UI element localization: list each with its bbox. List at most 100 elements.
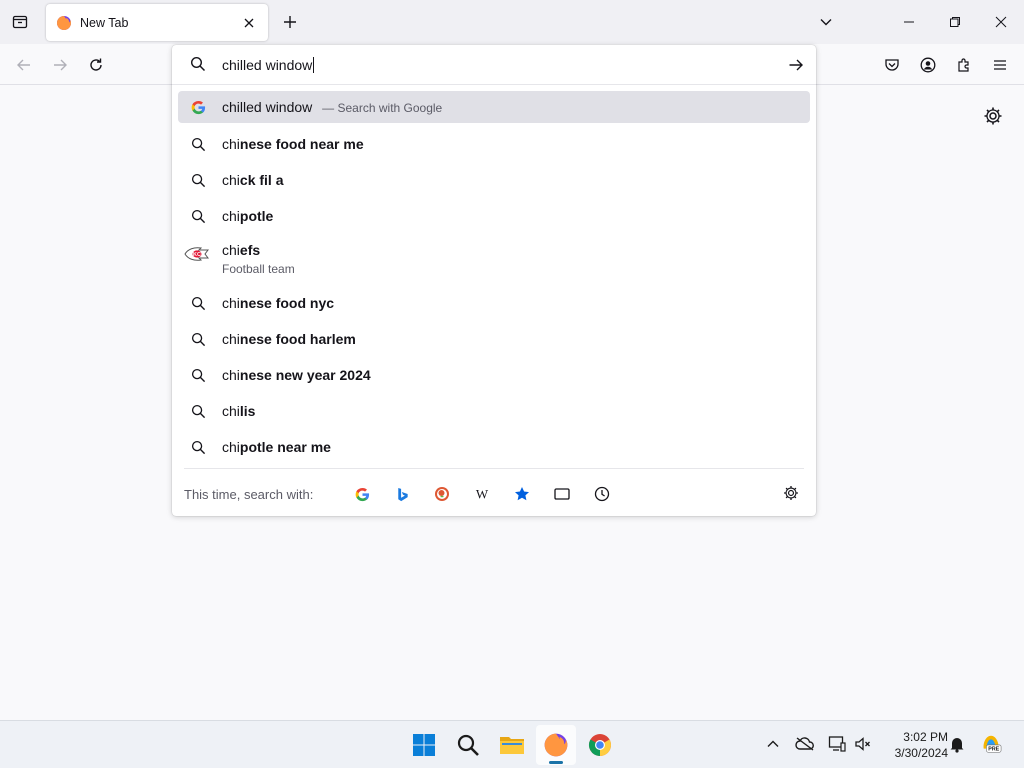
menu-button[interactable] <box>987 52 1013 78</box>
wikipedia-engine-button[interactable]: W <box>472 484 492 504</box>
account-button[interactable] <box>915 52 941 78</box>
urlbar-input[interactable]: chilled window <box>222 57 315 73</box>
suggestion-prefix: chi <box>222 295 240 311</box>
suggestion-prefix: chi <box>222 136 240 152</box>
suggestion-item[interactable]: chipotle near me <box>178 429 810 465</box>
clock[interactable]: 3:02 PM 3/30/2024 <box>880 729 948 761</box>
chiefs-logo-icon: KC <box>184 246 210 262</box>
search-icon <box>190 172 206 188</box>
svg-text:KC: KC <box>193 252 201 258</box>
chevron-up-icon <box>767 740 779 747</box>
file-explorer-button[interactable] <box>492 725 532 765</box>
suggestion-item[interactable]: chick fil a <box>178 162 810 198</box>
duckduckgo-engine-button[interactable] <box>432 484 452 504</box>
search-icon <box>190 295 206 311</box>
puzzle-icon <box>958 58 969 72</box>
suggestion-text: chilled window — Search with Google <box>222 99 442 115</box>
suggestion-completion: ck fil a <box>239 172 284 188</box>
search-icon <box>190 439 206 455</box>
suggestion-text: chinese new year 2024 <box>222 367 371 383</box>
minimize-button[interactable] <box>886 0 932 44</box>
suggestion-text: chilis <box>222 403 255 419</box>
network-status[interactable] <box>826 733 848 755</box>
suggestion-prefix: chi <box>222 367 240 383</box>
suggestion-text: chinese food nyc <box>222 295 334 311</box>
list-all-tabs-button[interactable] <box>814 10 838 34</box>
search-one-off-bar: This time, search with: W <box>184 468 804 516</box>
cloud-offline-icon <box>795 737 814 751</box>
suggestion-item[interactable]: chinese food nyc <box>178 285 810 321</box>
suggestion-item[interactable]: chinese new year 2024 <box>178 357 810 393</box>
search-icon <box>190 331 206 347</box>
bookmarks-star-icon <box>515 487 529 501</box>
tabs-search-button[interactable] <box>552 484 572 504</box>
urlbar[interactable]: chilled window <box>172 45 816 85</box>
bing-engine-button[interactable] <box>392 484 412 504</box>
suggestion-item[interactable]: chipotle <box>178 198 810 234</box>
urlbar-input-value: chilled window <box>222 57 313 73</box>
windows-logo-icon <box>413 734 435 756</box>
wikipedia-icon: W <box>476 487 489 501</box>
tab-close-button[interactable] <box>240 14 258 32</box>
firefox-view-icon <box>12 15 28 29</box>
firefox-taskbar-button[interactable] <box>536 725 576 765</box>
back-button[interactable] <box>11 52 37 78</box>
copilot-preview-button[interactable]: PRE <box>980 733 1002 755</box>
new-tab-settings-button[interactable] <box>982 105 1004 127</box>
suggestion-completion: nese new year 2024 <box>239 367 371 383</box>
suggestion-completion: nese food nyc <box>239 295 335 311</box>
speaker-muted-icon <box>855 737 870 751</box>
onedrive-status[interactable] <box>794 733 816 755</box>
search-icon <box>190 208 206 224</box>
restore-button[interactable] <box>932 0 978 44</box>
suggestion-item-rich[interactable]: KC chiefs Football team <box>178 234 810 285</box>
suggestion-prefix: chi <box>222 331 240 347</box>
notifications-button[interactable] <box>946 733 968 755</box>
suggestion-prefix: chi <box>222 242 240 258</box>
firefox-view-button[interactable] <box>8 10 32 34</box>
reload-button[interactable] <box>83 52 109 78</box>
go-button[interactable] <box>786 55 806 75</box>
suggestion-item[interactable]: chinese food harlem <box>178 321 810 357</box>
chrome-icon <box>589 734 611 756</box>
search-icon <box>190 367 206 383</box>
show-hidden-icons-button[interactable] <box>762 733 784 755</box>
suggestion-text: chiefs <box>222 242 260 258</box>
clock-time: 3:02 PM <box>903 730 948 744</box>
hamburger-menu-icon <box>994 60 1006 70</box>
suggestion-text: chipotle <box>222 208 273 224</box>
forward-button[interactable] <box>47 52 73 78</box>
history-search-button[interactable] <box>592 484 612 504</box>
bookmarks-search-button[interactable] <box>512 484 532 504</box>
taskbar-search-button[interactable] <box>448 725 488 765</box>
chrome-taskbar-button[interactable] <box>580 725 620 765</box>
suggestion-prefix: chi <box>222 439 240 455</box>
pocket-button[interactable] <box>879 52 905 78</box>
suggestion-prefix: chi <box>222 208 240 224</box>
start-button[interactable] <box>404 725 444 765</box>
suggestion-item[interactable]: chinese food near me <box>178 126 810 162</box>
close-window-button[interactable] <box>978 0 1024 44</box>
svg-text:PRE: PRE <box>988 747 999 753</box>
one-off-label: This time, search with: <box>184 487 314 502</box>
new-tab-button[interactable] <box>278 10 302 34</box>
text-caret <box>313 57 315 73</box>
volume-status[interactable] <box>852 733 874 755</box>
suggestion-item[interactable]: chilis <box>178 393 810 429</box>
tab-new-tab[interactable]: New Tab <box>46 4 268 41</box>
tab-title: New Tab <box>80 15 129 30</box>
suggestion-prefix: chi <box>222 172 240 188</box>
google-engine-button[interactable] <box>352 484 372 504</box>
minimize-icon <box>904 21 914 23</box>
arrow-right-icon <box>789 59 803 71</box>
suggestion-search-with-google[interactable]: chilled window — Search with Google <box>178 91 810 123</box>
bing-icon <box>397 487 408 501</box>
suggestion-text: chinese food near me <box>222 136 364 152</box>
plus-icon <box>284 16 296 28</box>
extensions-button[interactable] <box>951 52 977 78</box>
search-settings-button[interactable] <box>782 484 802 504</box>
suggestion-text: chick fil a <box>222 172 284 188</box>
restore-icon <box>950 17 960 27</box>
windows-taskbar: 3:02 PM 3/30/2024 PRE <box>0 720 1024 768</box>
search-icon <box>190 136 206 152</box>
